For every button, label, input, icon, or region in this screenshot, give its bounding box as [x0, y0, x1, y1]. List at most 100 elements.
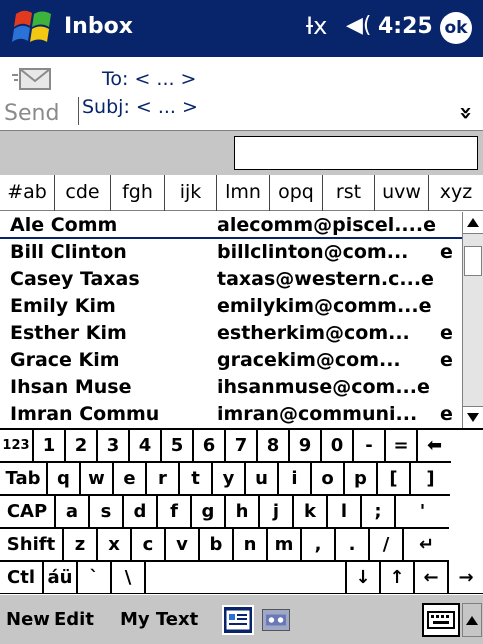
key-z[interactable]: z — [64, 529, 98, 562]
contact-row[interactable]: Ale Comm alecomm@piscel....e — [0, 212, 462, 239]
key-equals[interactable]: = — [386, 430, 418, 463]
scroll-down-button[interactable] — [463, 406, 483, 428]
to-field[interactable]: To: < ... > — [102, 67, 196, 91]
key-v[interactable]: v — [166, 529, 200, 562]
key-5[interactable]: 5 — [162, 430, 194, 463]
key-i[interactable]: i — [279, 463, 312, 496]
key-arrow-left[interactable]: ← — [415, 562, 449, 595]
key-o[interactable]: o — [312, 463, 345, 496]
key-r[interactable]: r — [147, 463, 180, 496]
key-tab[interactable]: Tab — [0, 463, 48, 496]
key-t[interactable]: t — [180, 463, 213, 496]
new-menu[interactable]: New — [6, 608, 50, 632]
key-enter[interactable]: ↵ — [404, 529, 449, 562]
key-backslash[interactable]: \ — [112, 562, 146, 595]
key-7[interactable]: 7 — [226, 430, 258, 463]
key-space[interactable] — [146, 562, 347, 595]
contact-row[interactable]: Ihsan Muse ihsanmuse@com...e — [0, 374, 462, 401]
address-card-icon[interactable] — [222, 605, 254, 635]
contact-row[interactable]: Imran Commu imran@communi... e — [0, 401, 462, 428]
key-a[interactable]: a — [56, 496, 90, 529]
key-4[interactable]: 4 — [130, 430, 162, 463]
key-g[interactable]: g — [192, 496, 226, 529]
key-0[interactable]: 0 — [322, 430, 354, 463]
key-f[interactable]: f — [158, 496, 192, 529]
key-p[interactable]: p — [345, 463, 378, 496]
connectivity-icon[interactable]: Ɨx — [306, 10, 327, 42]
tab-letters-fgh[interactable]: fgh — [111, 175, 165, 211]
key-n[interactable]: n — [234, 529, 268, 562]
contact-row[interactable]: Grace Kim gracekim@com... e — [0, 347, 462, 374]
contact-row[interactable]: Emily Kim emilykim@comm...e — [0, 293, 462, 320]
tab-letters-opq[interactable]: opq — [270, 175, 323, 211]
key-arrow-up[interactable]: ↑ — [381, 562, 415, 595]
key-u[interactable]: u — [246, 463, 279, 496]
tab-letters-rst[interactable]: rst — [323, 175, 375, 211]
volume-icon[interactable]: ◀( — [346, 10, 372, 42]
key-m[interactable]: m — [268, 529, 302, 562]
scroll-up-button[interactable] — [463, 212, 483, 234]
key-6[interactable]: 6 — [194, 430, 226, 463]
contact-list-scrollbar[interactable] — [462, 212, 483, 428]
tab-letters-ab[interactable]: #ab — [0, 175, 55, 211]
key-right-bracket[interactable]: ] — [411, 463, 450, 496]
key-x[interactable]: x — [98, 529, 132, 562]
key-8[interactable]: 8 — [258, 430, 290, 463]
key-s[interactable]: s — [90, 496, 124, 529]
start-menu-icon[interactable] — [12, 6, 54, 50]
send-envelope-icon[interactable] — [12, 65, 54, 95]
key-backtick[interactable]: ` — [78, 562, 112, 595]
key-123[interactable]: 123 — [0, 430, 34, 463]
key-minus[interactable]: - — [354, 430, 386, 463]
scroll-thumb[interactable] — [464, 246, 482, 276]
key-c[interactable]: c — [132, 529, 166, 562]
key-accents[interactable]: áü — [44, 562, 78, 595]
key-comma[interactable]: , — [302, 529, 336, 562]
contact-row[interactable]: Casey Taxas taxas@western.c...e — [0, 266, 462, 293]
key-j[interactable]: j — [260, 496, 294, 529]
contact-email: billclinton@com... — [217, 241, 409, 263]
key-arrow-down[interactable]: ↓ — [347, 562, 381, 595]
key-y[interactable]: y — [213, 463, 246, 496]
key-d[interactable]: d — [124, 496, 158, 529]
key-b[interactable]: b — [200, 529, 234, 562]
key-ctl[interactable]: Ctl — [0, 562, 44, 595]
key-3[interactable]: 3 — [98, 430, 130, 463]
input-method-menu-button[interactable] — [462, 603, 482, 637]
send-button[interactable]: Send — [4, 101, 59, 127]
key-caps[interactable]: CAP — [0, 496, 56, 529]
edit-menu[interactable]: Edit — [54, 608, 94, 632]
contact-row[interactable]: Esther Kim estherkim@com... e — [0, 320, 462, 347]
my-text-menu[interactable]: My Text — [120, 608, 198, 632]
key-w[interactable]: w — [81, 463, 114, 496]
insert-recording-icon[interactable] — [262, 609, 290, 631]
input-panel-keyboard-icon[interactable] — [422, 603, 460, 637]
subject-field[interactable]: Subj: < ... > — [82, 95, 198, 119]
key-l[interactable]: l — [328, 496, 362, 529]
tab-letters-uvw[interactable]: uvw — [375, 175, 429, 211]
key-e[interactable]: e — [114, 463, 147, 496]
key-9[interactable]: 9 — [290, 430, 322, 463]
tab-letters-cde[interactable]: cde — [55, 175, 111, 211]
find-contact-input[interactable] — [234, 136, 478, 170]
expand-header-icon[interactable]: » — [453, 106, 478, 120]
key-quote[interactable]: ' — [396, 496, 449, 529]
key-period[interactable]: . — [336, 529, 370, 562]
key-h[interactable]: h — [226, 496, 260, 529]
contact-row[interactable]: Bill Clinton billclinton@com... e — [0, 239, 462, 266]
key-left-bracket[interactable]: [ — [378, 463, 411, 496]
tab-letters-ijk[interactable]: ijk — [165, 175, 217, 211]
clock-time[interactable]: 4:25 — [378, 12, 433, 42]
key-q[interactable]: q — [48, 463, 81, 496]
key-2[interactable]: 2 — [66, 430, 98, 463]
ok-button[interactable]: ok — [440, 12, 472, 44]
tab-letters-xyz[interactable]: xyz — [429, 175, 483, 211]
key-1[interactable]: 1 — [34, 430, 66, 463]
tab-letters-lmn[interactable]: lmn — [217, 175, 270, 211]
key-k[interactable]: k — [294, 496, 328, 529]
key-backspace[interactable]: ⬅ — [418, 430, 451, 463]
key-shift[interactable]: Shift — [0, 529, 64, 562]
key-semicolon[interactable]: ; — [362, 496, 396, 529]
key-slash[interactable]: / — [370, 529, 404, 562]
key-arrow-right[interactable]: → — [449, 562, 483, 595]
